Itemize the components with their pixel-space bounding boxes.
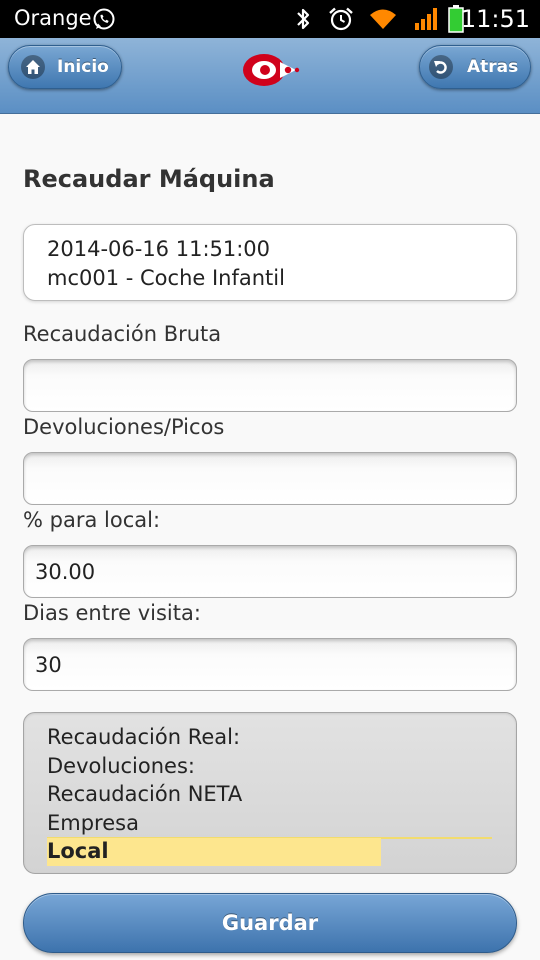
gross-collection-input[interactable]: [23, 359, 517, 412]
local-percent-label: % para local:: [23, 508, 161, 532]
machine-name: mc001 - Coche Infantil: [47, 266, 285, 290]
real-collection-line: Recaudación Real:: [47, 725, 241, 749]
summary-panel: Recaudación Real: Devoluciones: Recaudac…: [23, 712, 517, 874]
local-share-bar: [47, 837, 492, 866]
whatsapp-icon: [93, 8, 115, 30]
net-collection-line: Recaudación NETA: [47, 782, 243, 806]
visit-days-input[interactable]: 30: [23, 638, 517, 691]
home-button-label: Inicio: [57, 57, 109, 77]
app-header: Inicio Atras: [0, 38, 540, 114]
home-button[interactable]: Inicio: [8, 45, 122, 89]
returns-input[interactable]: [23, 452, 517, 505]
machine-info-box: 2014-06-16 11:51:00 mc001 - Coche Infant…: [23, 224, 517, 301]
company-share-line: Empresa: [47, 810, 139, 835]
returns-line: Devoluciones:: [47, 753, 195, 778]
back-button[interactable]: Atras: [419, 45, 531, 89]
gross-collection-label: Recaudación Bruta: [23, 322, 222, 346]
back-button-label: Atras: [467, 57, 519, 77]
wifi-icon: [370, 9, 396, 29]
alarm-icon: [329, 7, 353, 31]
visit-days-label: Dias entre visita:: [23, 601, 201, 625]
save-button-label: Guardar: [221, 911, 319, 935]
local-percent-input[interactable]: 30.00: [23, 545, 517, 598]
carrier-name: Orange: [14, 6, 92, 30]
status-bar: Orange 11:51: [0, 0, 540, 38]
save-button[interactable]: Guardar: [23, 893, 517, 953]
local-share-line: Local: [47, 837, 516, 866]
clock: 11:51: [460, 5, 530, 33]
local-share-label: Local: [47, 839, 109, 863]
home-icon: [21, 55, 45, 79]
undo-arrow-icon: [429, 55, 453, 79]
returns-label: Devoluciones/Picos: [23, 415, 225, 439]
bluetooth-icon: [297, 8, 310, 30]
page-title: Recaudar Máquina: [23, 165, 275, 193]
collection-datetime: 2014-06-16 11:51:00: [47, 237, 271, 261]
signal-icon: [415, 8, 437, 30]
app-logo: [243, 54, 300, 86]
